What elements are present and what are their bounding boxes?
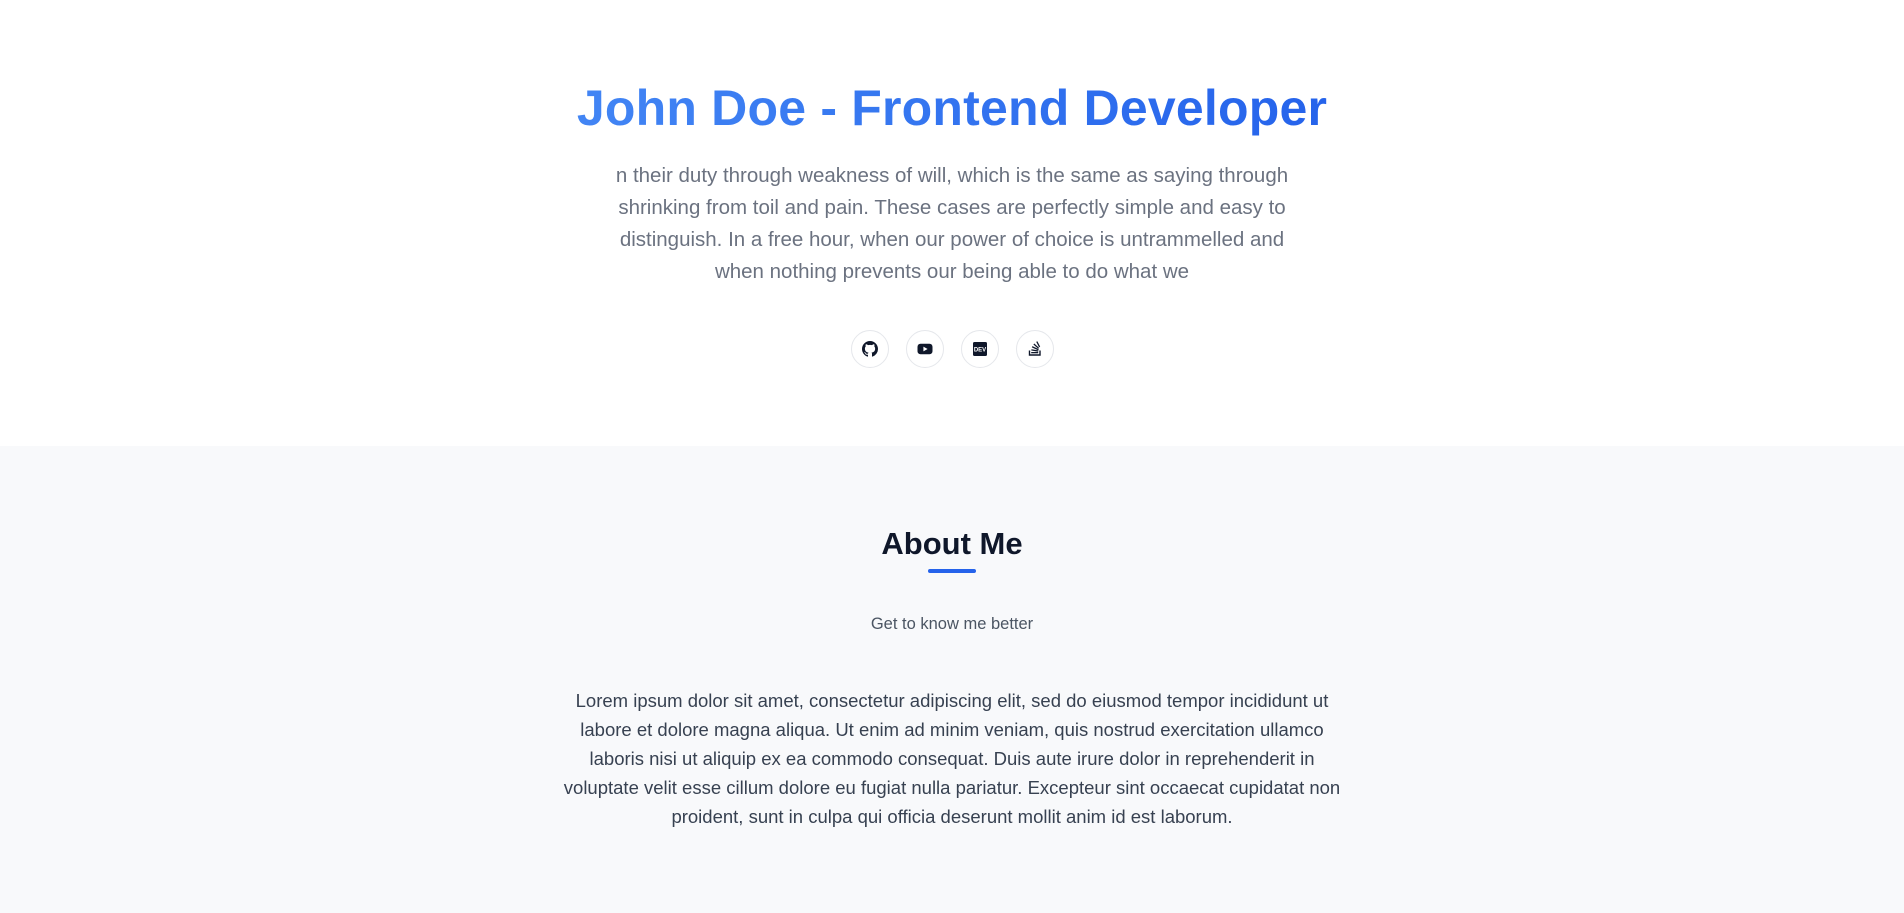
dev-icon: DEV: [972, 341, 988, 357]
stackoverflow-icon: [1027, 341, 1043, 357]
github-icon: [861, 341, 878, 357]
youtube-link[interactable]: [905, 330, 944, 368]
about-subtitle: Get to know me better: [870, 615, 1034, 633]
about-title: About Me: [881, 526, 1023, 561]
youtube-icon: [917, 341, 933, 357]
title-underline: [928, 569, 976, 573]
github-link[interactable]: [850, 330, 889, 368]
hero-title: John Doe - Frontend Developer: [576, 80, 1328, 136]
stackoverflow-link[interactable]: [1015, 330, 1054, 368]
hero-section: John Doe - Frontend Developer n their du…: [0, 0, 1904, 446]
about-section: About Me Get to know me better Lorem ips…: [0, 446, 1904, 913]
svg-text:DEV: DEV: [973, 347, 985, 353]
about-body: Lorem ipsum dolor sit amet, consectetur …: [563, 690, 1341, 827]
hero-bio: n their duty through weakness of will, w…: [615, 164, 1289, 283]
dev-link[interactable]: DEV: [960, 330, 999, 368]
social-links: DEV: [850, 330, 1054, 368]
